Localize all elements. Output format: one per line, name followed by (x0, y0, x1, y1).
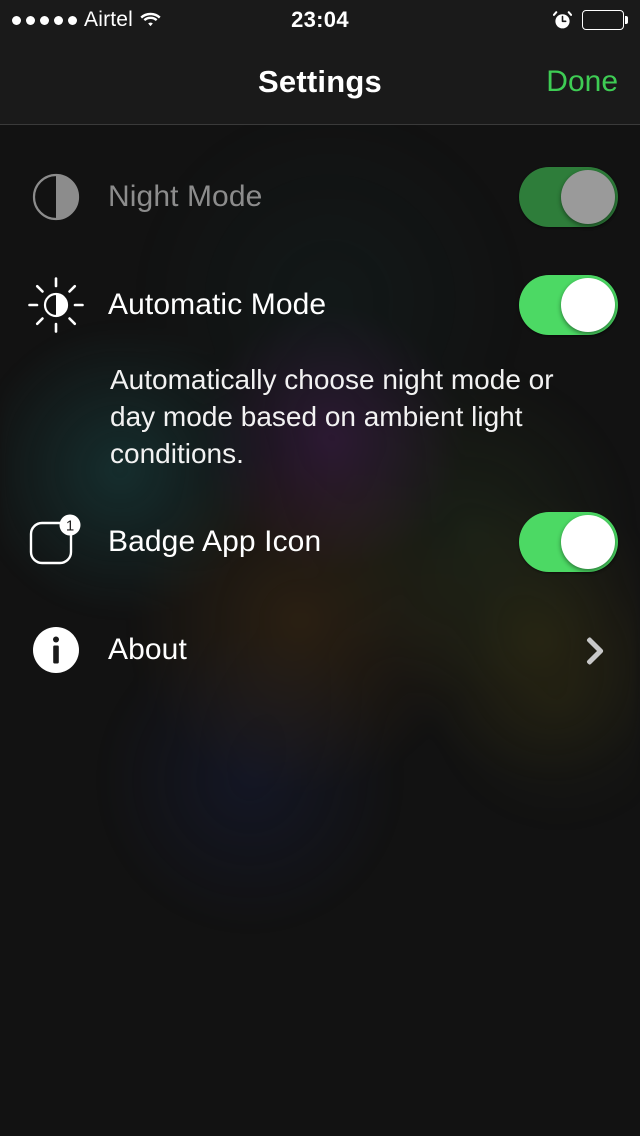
carrier-label: Airtel (84, 8, 134, 31)
settings-row-automatic-mode[interactable]: Automatic Mode (0, 251, 640, 359)
signal-dot (54, 15, 63, 25)
signal-dot (68, 15, 77, 25)
status-bar-left: Airtel (12, 8, 161, 32)
brightness-sun-icon (26, 275, 86, 335)
navigation-bar: Settings Done (0, 40, 640, 125)
signal-strength-dots (12, 15, 77, 25)
battery-body (582, 10, 625, 30)
done-button[interactable]: Done (546, 65, 618, 99)
settings-row-about[interactable]: About (0, 596, 640, 704)
contrast-half-moon-icon (26, 167, 86, 227)
wifi-icon (140, 12, 161, 28)
status-bar: Airtel 23:04 (0, 0, 640, 40)
toggle-knob (561, 278, 615, 332)
settings-row-night-mode[interactable]: Night Mode (0, 143, 640, 251)
settings-row-label: Automatic Mode (108, 288, 327, 321)
settings-row-label: About (108, 633, 187, 666)
automatic-mode-description: Automatically choose night mode or day m… (110, 364, 554, 469)
settings-list: Night Mode Automatic Mode Automatically … (0, 125, 640, 704)
chevron-right-icon[interactable] (580, 633, 614, 667)
signal-dot (12, 15, 21, 25)
settings-row-badge-app-icon[interactable]: 1 Badge App Icon (0, 488, 640, 596)
status-bar-right (552, 10, 628, 30)
alarm-clock-icon (552, 10, 573, 30)
app-badge-icon: 1 (26, 512, 86, 572)
info-circle-icon (26, 620, 86, 680)
settings-row-label: Night Mode (108, 180, 263, 213)
badge-app-icon-toggle[interactable] (519, 512, 618, 572)
night-mode-toggle[interactable] (519, 167, 618, 227)
automatic-mode-toggle[interactable] (519, 275, 618, 335)
battery-icon (582, 10, 628, 30)
signal-dot (40, 15, 49, 25)
page-title: Settings (258, 64, 382, 99)
signal-dot (26, 15, 35, 25)
settings-row-label: Badge App Icon (108, 525, 322, 558)
battery-cap (625, 16, 628, 24)
phone-screen: Airtel 23:04 Settings Done Night Mode Au… (0, 0, 640, 1136)
toggle-knob (561, 170, 615, 224)
toggle-knob (561, 515, 615, 569)
badge-count: 1 (66, 518, 74, 535)
